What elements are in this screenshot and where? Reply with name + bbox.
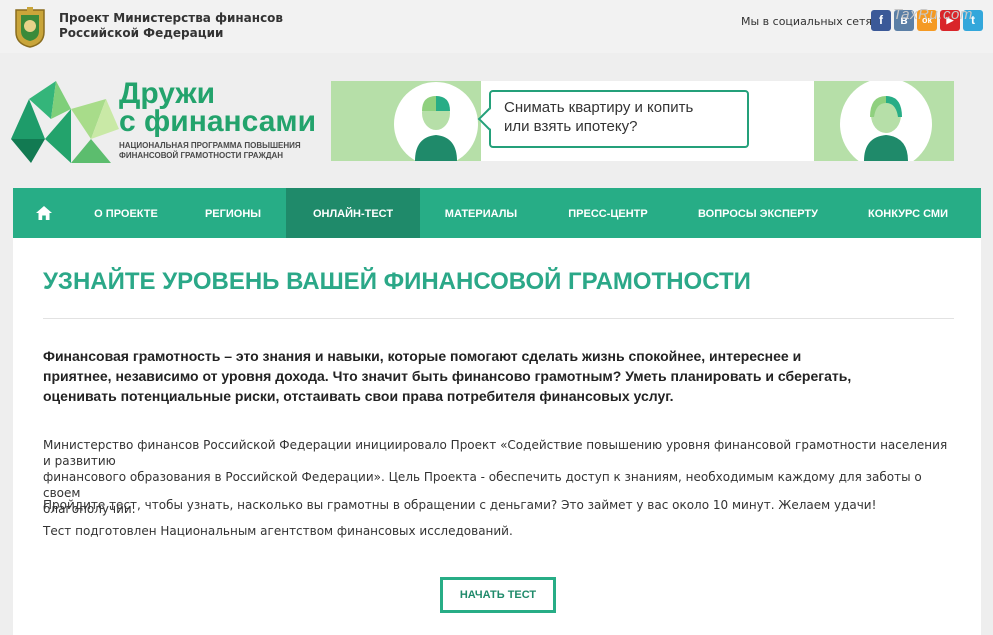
logo-subtitle-line-2: ФИНАНСОВОЙ ГРАМОТНОСТИ ГРАЖДАН [119,151,284,160]
main-nav: О ПРОЕКТЕ РЕГИОНЫ ОНЛАЙН-ТЕСТ МАТЕРИАЛЫ … [13,188,981,238]
facebook-icon[interactable]: f [871,10,891,31]
social-label: Мы в социальных сетях: [741,15,883,28]
banner-line-1: Снимать квартиру и копить [504,99,694,116]
logo-title-line-2: с финансами [119,105,317,138]
ministry-caption[interactable]: Проект Министерства финансов Российской … [59,11,283,41]
watermark: TaxRu.com [893,6,973,23]
banner-line-2: или взять ипотеку? [504,118,638,135]
start-test-button[interactable]: НАЧАТЬ ТЕСТ [440,577,556,613]
ministry-emblem-icon[interactable] [12,6,48,48]
ministry-line-1: Проект Министерства финансов [59,11,284,25]
title-divider [43,318,954,319]
man-avatar-icon [394,82,478,161]
nav-item-about[interactable]: О ПРОЕКТЕ [81,188,171,238]
logo-title-line-1: Дружи [119,77,216,110]
banner-question: Снимать квартиру и копить или взять ипот… [504,98,693,136]
project-line-1: Министерство финансов Российской Федерац… [43,438,948,468]
page-title: УЗНАЙТЕ УРОВЕНЬ ВАШЕЙ ФИНАНСОВОЙ ГРАМОТН… [43,268,751,295]
top-bar: Проект Министерства финансов Российской … [0,0,993,53]
logo-mark-icon[interactable] [11,79,119,163]
home-icon[interactable] [36,206,52,220]
prepared-by-paragraph: Тест подготовлен Национальным агентством… [43,524,513,538]
nav-item-online-test[interactable]: ОНЛАЙН-ТЕСТ [286,188,420,238]
lead-line-1: Финансовая грамотность – это знания и на… [43,348,802,364]
logo-subtitle-line-1: НАЦИОНАЛЬНАЯ ПРОГРАММА ПОВЫШЕНИЯ [119,141,301,150]
lead-line-3: оценивать потенциальные риски, отстаиват… [43,388,674,404]
lead-paragraph: Финансовая грамотность – это знания и на… [43,346,955,406]
woman-avatar-icon [840,81,932,161]
nav-item-media-contest[interactable]: КОНКУРС СМИ [853,188,963,238]
logo-title[interactable]: Дружи с финансами [119,77,317,138]
invite-paragraph: Пройдите тест, чтобы узнать, насколько в… [43,498,877,512]
promo-banner[interactable]: Снимать квартиру и копить или взять ипот… [331,81,954,161]
nav-item-regions[interactable]: РЕГИОНЫ [193,188,273,238]
nav-item-ask-expert[interactable]: ВОПРОСЫ ЭКСПЕРТУ [683,188,833,238]
ministry-line-2: Российской Федерации [59,26,224,40]
lead-line-2: приятнее, независимо от уровня дохода. Ч… [43,368,852,384]
logo-subtitle: НАЦИОНАЛЬНАЯ ПРОГРАММА ПОВЫШЕНИЯ ФИНАНСО… [119,141,301,161]
nav-item-materials[interactable]: МАТЕРИАЛЫ [433,188,529,238]
nav-item-press-center[interactable]: ПРЕСС-ЦЕНТР [553,188,663,238]
